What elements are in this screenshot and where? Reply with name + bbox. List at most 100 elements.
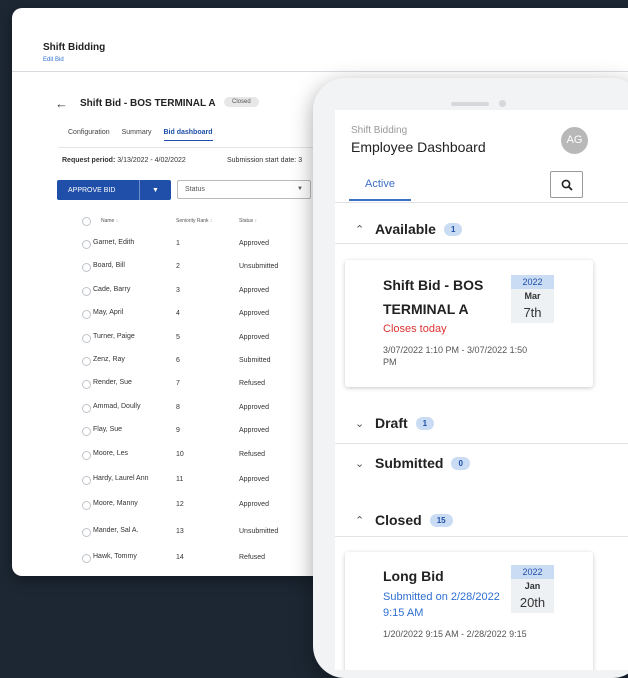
section-available[interactable]: ⌃ Available 1 (355, 221, 463, 237)
bid-card-title-line2: TERMINAL A (383, 301, 469, 317)
row-status: Unsubmitted (239, 263, 279, 270)
row-status: Approved (239, 240, 269, 247)
phone-frame: Shift Bidding Employee Dashboard AG Acti… (313, 78, 628, 678)
sort-icon[interactable]: ↕ (209, 218, 213, 224)
status-badge: Closed (224, 97, 259, 107)
bid-card-status-line1: Submitted on 2/28/2022 (383, 591, 500, 603)
mobile-page-title: Employee Dashboard (351, 139, 486, 155)
row-name: Ammad, Doully (93, 403, 141, 410)
date-badge-year: 2022 (511, 565, 554, 579)
row-checkbox[interactable] (82, 554, 91, 563)
sort-icon[interactable]: ↕ (114, 218, 119, 224)
tab-summary[interactable]: Summary (122, 129, 152, 136)
row-checkbox[interactable] (82, 240, 91, 249)
chevron-down-icon[interactable]: ▼ (140, 187, 171, 194)
row-checkbox[interactable] (82, 380, 91, 389)
bid-card-available[interactable]: Shift Bid - BOS TERMINAL A Closes today … (345, 260, 593, 387)
bid-card-title: Long Bid (383, 568, 444, 584)
row-checkbox[interactable] (82, 528, 91, 537)
bid-card-range-line1: 3/07/2022 1:10 PM - 3/07/2022 1:50 (383, 345, 528, 355)
row-rank: 14 (176, 554, 184, 561)
row-checkbox[interactable] (82, 404, 91, 413)
status-filter-select[interactable]: Status ▼ (177, 180, 311, 199)
approve-bid-label: APPROVE BID (68, 186, 116, 194)
bid-card-date-badge: 2022 Jan 20th (511, 565, 554, 613)
dropdown-caret-icon: ▼ (297, 186, 303, 192)
row-name: May, April (93, 309, 124, 316)
row-status: Refused (239, 451, 266, 458)
row-checkbox[interactable] (82, 476, 91, 485)
row-status: Approved (239, 287, 269, 294)
bid-tabs: Configuration Summary Bid dashboard (68, 129, 223, 141)
row-checkbox[interactable] (82, 287, 91, 296)
row-checkbox[interactable] (82, 334, 91, 343)
section-closed[interactable]: ⌃ Closed 15 (355, 512, 453, 528)
approve-bid-button[interactable]: APPROVE BID ▼ (57, 180, 171, 200)
section-divider (335, 443, 628, 444)
section-submitted[interactable]: ⌄ Submitted 0 (355, 455, 470, 471)
row-checkbox[interactable] (82, 501, 91, 510)
row-rank: 7 (176, 380, 180, 387)
column-header[interactable]: Status ↕ (239, 218, 257, 224)
request-period: Request period: 3/13/2022 - 4/02/2022 (62, 157, 186, 164)
search-button[interactable] (550, 171, 583, 198)
row-name: Board, Bill (93, 262, 125, 269)
row-name: Turner, Paige (93, 333, 135, 340)
section-closed-label: Closed (375, 512, 422, 528)
avatar[interactable]: AG (561, 127, 588, 154)
tab-configuration[interactable]: Configuration (68, 129, 110, 136)
row-rank: 12 (176, 501, 184, 508)
row-checkbox[interactable] (82, 310, 91, 319)
request-period-value: 3/13/2022 - 4/02/2022 (117, 157, 186, 164)
row-rank: 6 (176, 357, 180, 364)
search-icon (561, 179, 573, 191)
row-rank: 11 (176, 476, 184, 483)
row-status: Approved (239, 427, 269, 434)
header-divider (12, 71, 628, 72)
row-status: Submitted (239, 357, 271, 364)
row-checkbox[interactable] (82, 263, 91, 272)
row-name: Moore, Manny (93, 500, 138, 507)
row-name: Hawk, Tommy (93, 553, 137, 560)
row-rank: 3 (176, 287, 180, 294)
bid-card-status: Submitted on 2/28/2022 9:15 AM (383, 589, 500, 621)
column-header[interactable]: Seniority Rank ↕ (176, 218, 212, 224)
date-badge-month: Mar (524, 291, 541, 301)
bid-card-date-range: 3/07/2022 1:10 PM - 3/07/2022 1:50 PM (383, 344, 527, 368)
date-badge-day: 7th (523, 305, 542, 320)
select-all-checkbox[interactable] (82, 217, 91, 226)
section-submitted-count: 0 (451, 456, 470, 470)
mobile-tabs-divider (335, 202, 628, 203)
tab-bid-dashboard[interactable]: Bid dashboard (163, 129, 213, 141)
row-checkbox[interactable] (82, 357, 91, 366)
row-status: Approved (239, 501, 269, 508)
edit-bid-link[interactable]: Edit Bid (43, 57, 105, 63)
bid-card-range-line2: PM (383, 357, 397, 367)
row-name: Flay, Sue (93, 426, 123, 433)
row-rank: 2 (176, 263, 180, 270)
column-header[interactable]: Name ↕ (101, 218, 118, 224)
back-arrow-icon[interactable]: ← (55, 97, 69, 111)
row-checkbox[interactable] (82, 427, 91, 436)
row-status: Unsubmitted (239, 528, 279, 535)
row-name: Hardy, Laurel Ann (93, 475, 149, 482)
section-submitted-label: Submitted (375, 455, 444, 471)
submission-start-date: Submission start date: 3 (227, 157, 303, 164)
row-status: Approved (239, 404, 269, 411)
row-status: Approved (239, 334, 269, 341)
bid-card-closed[interactable]: Long Bid Submitted on 2/28/2022 9:15 AM … (345, 552, 593, 670)
section-draft[interactable]: ⌄ Draft 1 (355, 415, 435, 431)
row-rank: 9 (176, 427, 180, 434)
row-rank: 1 (176, 240, 180, 247)
tab-active[interactable]: Active (349, 173, 411, 201)
row-name: Render, Sue (93, 379, 132, 386)
sort-icon[interactable]: ↕ (253, 218, 258, 224)
bid-card-title: Shift Bid - BOS TERMINAL A (383, 273, 483, 321)
phone-speaker (451, 102, 489, 106)
section-divider (335, 243, 628, 244)
row-status: Approved (239, 310, 269, 317)
row-status: Refused (239, 554, 266, 561)
row-checkbox[interactable] (82, 451, 91, 460)
app-header: Shift Bidding Edit Bid (43, 42, 105, 63)
section-divider (335, 536, 628, 537)
